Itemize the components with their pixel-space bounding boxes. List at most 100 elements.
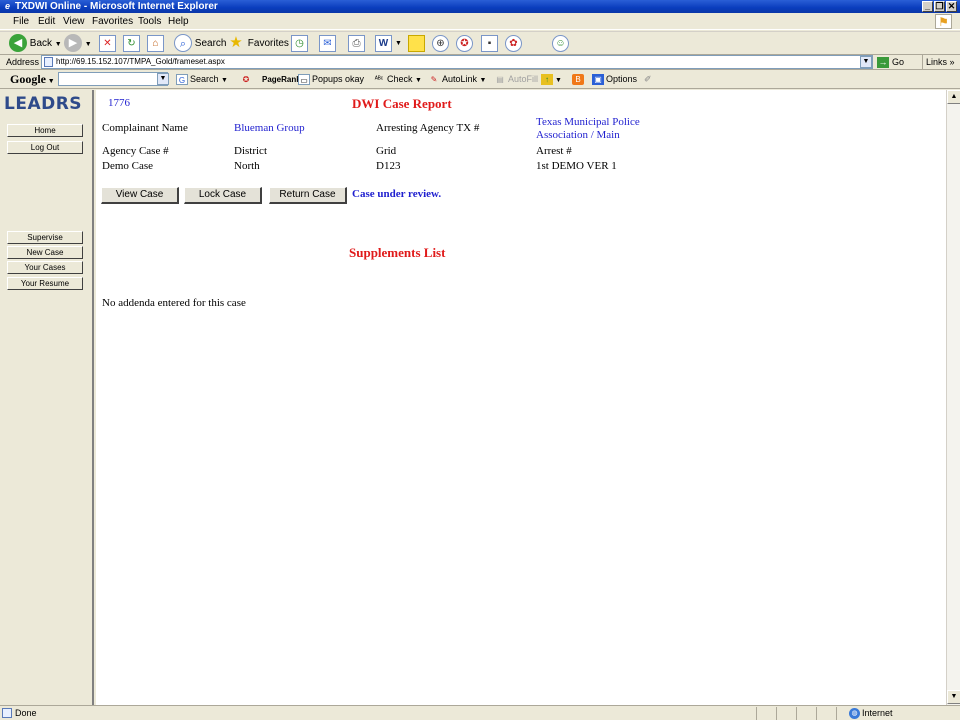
back-button[interactable]: ◀ Back ▼ [9,34,62,54]
mail-icon[interactable]: ✉ [319,35,336,52]
district-label: District [234,145,267,157]
google-search-dropdown-icon[interactable]: ▼ [157,73,169,85]
district-value: North [234,160,260,172]
arresting-agency-value-line1: Texas Municipal Police [536,116,640,128]
word-edit-icon[interactable]: W [375,35,392,52]
restore-button[interactable]: ❐ [934,1,945,12]
go-arrow-icon: → [877,57,889,69]
blogger-icon[interactable]: B [572,73,586,86]
options-label: Options [606,74,638,84]
ie-icon: e [4,1,10,11]
forward-dropdown-icon[interactable]: ▼ [85,41,92,48]
view-case-button[interactable]: View Case [101,187,179,204]
window-title-bar: e TXDWI Online - Microsoft Internet Expl… [0,0,960,13]
search-label: Search [194,38,227,49]
close-button[interactable]: ✕ [946,1,957,12]
case-status: Case under review. [352,188,442,200]
autofill-label: AutoFill [508,74,539,84]
refresh-icon[interactable]: ↻ [123,35,140,52]
scroll-up-icon[interactable]: ▲ [947,90,960,104]
menu-edit[interactable]: Edit [38,15,55,28]
go-button[interactable]: → Go [877,55,904,69]
supplements-empty-message: No addenda entered for this case [102,297,246,309]
messenger-icon[interactable]: ⊕ [432,35,449,52]
toolbar-people-icon[interactable]: ☺ [552,35,569,52]
google-search-input[interactable] [58,72,168,86]
favorites-button[interactable]: ★ Favorites [227,34,289,54]
google-logo-text: Google [10,72,46,86]
history-icon[interactable]: ◷ [291,35,308,52]
agency-case-label: Agency Case # [102,145,169,157]
page-icon [44,57,53,67]
menu-file[interactable]: File [13,15,29,28]
bookmark-up-icon[interactable]: ↑ ▼ [541,73,562,87]
autolink-button[interactable]: ✎ AutoLink ▼ [428,73,487,87]
news-icon[interactable]: ✪ [240,73,254,86]
spellcheck-icon: ᴬᴮᶜ [374,76,384,84]
arrest-label: Arrest # [536,145,572,157]
nav-your-cases-button[interactable]: Your Cases [7,261,83,274]
address-input[interactable]: http://69.15.152.107/TMPA_Gold/frameset.… [41,55,873,69]
toolbar-device-icon[interactable]: ▪ [481,35,498,52]
grid-value: D123 [376,160,401,172]
edit-dropdown-icon[interactable]: ▼ [395,34,402,54]
blogger-b-icon: B [572,74,584,86]
window-title: TXDWI Online - Microsoft Internet Explor… [15,1,218,12]
forward-button[interactable]: ▶ ▼ [64,34,92,54]
links-button[interactable]: Links » [922,55,955,69]
status-cell [816,707,836,720]
page-done-icon [2,708,12,718]
windows-logo-icon: ⚑ [935,14,952,29]
scroll-down-icon[interactable]: ▼ [947,690,960,704]
nav-home-button[interactable]: Home [7,124,83,137]
print-icon[interactable]: ⎙ [348,35,365,52]
nav-logout-button[interactable]: Log Out [7,141,83,154]
back-dropdown-icon[interactable]: ▼ [55,41,62,48]
address-dropdown-icon[interactable]: ▼ [860,56,872,68]
notes-icon[interactable] [408,35,425,52]
popups-label: Popups okay [312,74,365,84]
supplements-title: Supplements List [349,245,446,260]
autofill-button[interactable]: ▤ AutoFill [494,73,538,86]
menu-help[interactable]: Help [168,15,189,28]
return-case-button[interactable]: Return Case [269,187,347,204]
status-cell [756,707,776,720]
report-title: DWI Case Report [352,96,452,111]
minimize-button[interactable]: _ [922,1,933,12]
complainant-value: Blueman Group [234,122,305,134]
options-icon: ▣ [592,74,604,86]
arresting-agency-value-line2: Association / Main [536,129,620,141]
links-label: Links [926,57,948,67]
agency-case-value: Demo Case [102,160,154,172]
home-icon[interactable]: ⌂ [147,35,164,52]
arrest-value: 1st DEMO VER 1 [536,160,617,172]
nav-supervise-button[interactable]: Supervise [7,231,83,244]
standard-toolbar: ◀ Back ▼ ▶ ▼ ✕ ↻ ⌂ ⌕ Search ★ Favorites … [0,31,960,55]
news-icon-glyph: ✪ [242,75,250,85]
complainant-label: Complainant Name [102,122,188,134]
google-g-icon: G [176,74,188,86]
back-label: Back [29,38,53,49]
google-logo[interactable]: Google ▼ [10,72,55,89]
arresting-agency-label: Arresting Agency TX # [376,122,480,134]
nav-new-case-button[interactable]: New Case [7,246,83,259]
research-icon[interactable]: ✪ [456,35,473,52]
nav-your-resume-button[interactable]: Your Resume [7,277,83,290]
menu-favorites[interactable]: Favorites [92,15,133,28]
google-search-label: Search [190,74,219,84]
vertical-scrollbar[interactable]: ▲ ▼ [946,90,960,705]
google-search-button[interactable]: G Search ▼ [176,73,228,87]
toolbar-badge-icon[interactable]: ✿ [505,35,522,52]
highlighter-icon[interactable]: ✐ [644,73,652,86]
menu-tools[interactable]: Tools [138,15,161,28]
options-button[interactable]: ▣ Options [592,73,637,86]
popup-blocker-button[interactable]: ▭ Popups okay [298,73,364,86]
stop-icon[interactable]: ✕ [99,35,116,52]
menu-bar: File Edit View Favorites Tools Help ⚑ [0,13,960,30]
menu-view[interactable]: View [63,15,85,28]
lock-case-button[interactable]: Lock Case [184,187,262,204]
status-text: Done [15,708,37,718]
search-button[interactable]: ⌕ Search [174,34,226,54]
spell-check-button[interactable]: ᴬᴮᶜ Check ▼ [373,73,422,87]
left-nav-frame: LEADRS Home Log Out Supervise New Case Y… [0,90,94,705]
